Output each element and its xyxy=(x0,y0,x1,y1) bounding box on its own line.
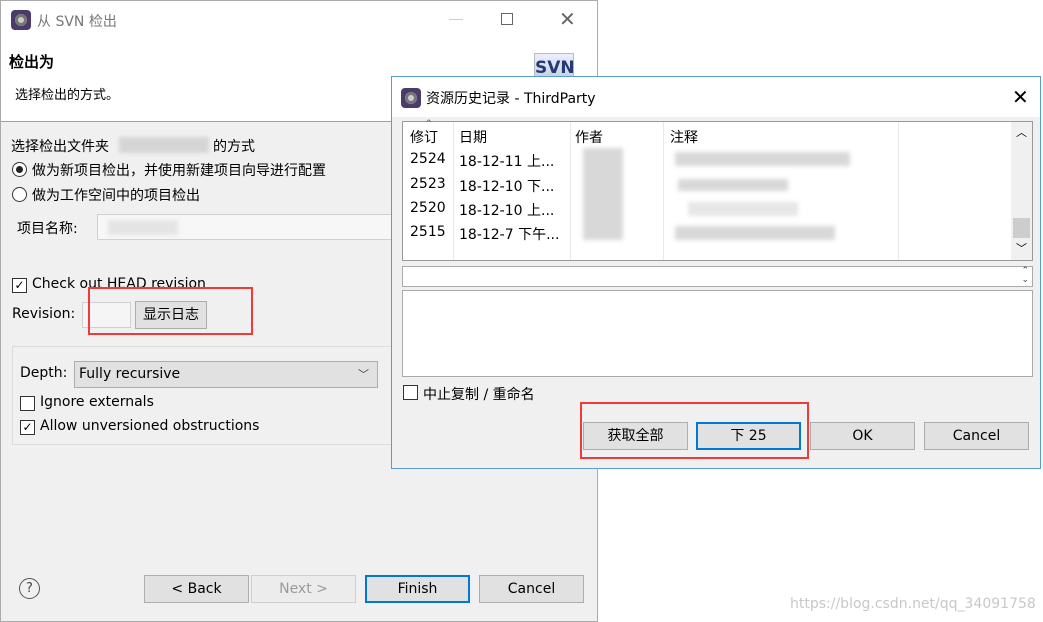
revision-cell: 2524 xyxy=(410,151,446,167)
cancel-button[interactable]: Cancel xyxy=(924,422,1029,450)
cancel-button[interactable]: Cancel xyxy=(479,575,584,603)
page-description: 选择检出的方式。 xyxy=(15,88,120,103)
date-cell: 18-12-11 上... xyxy=(459,154,555,170)
close-icon[interactable]: ✕ xyxy=(1012,85,1029,109)
minimize-icon[interactable] xyxy=(449,19,463,20)
scroll-down-icon[interactable]: ﹀ xyxy=(1016,240,1027,256)
eclipse-icon xyxy=(401,88,421,108)
revision-cell: 2523 xyxy=(410,176,446,192)
comment-redacted xyxy=(678,179,788,191)
depth-label: Depth: xyxy=(20,365,68,381)
folder-label-suffix: 的方式 xyxy=(213,139,255,155)
col-divider xyxy=(453,122,454,260)
depth-value: Fully recursive xyxy=(79,366,181,382)
col-divider xyxy=(663,122,664,260)
table-scrollbar[interactable]: ︿ ﹀ xyxy=(1011,122,1032,260)
next-button[interactable]: Next > xyxy=(251,575,356,603)
radio-new-project-label: 做为新项目检出，并使用新建项目向导进行配置 xyxy=(32,163,326,179)
back-button[interactable]: < Back xyxy=(144,575,249,603)
folder-label-prefix: 选择检出文件夹 xyxy=(11,139,109,155)
comment-redacted xyxy=(675,226,835,240)
eclipse-icon xyxy=(11,10,31,30)
project-name-redacted xyxy=(108,220,178,235)
finish-button[interactable]: Finish xyxy=(365,575,470,603)
history-table: ^ 修订 日期 作者 注释 2524 18-12-11 上... 2523 18… xyxy=(402,119,1033,261)
column-header-comment[interactable]: 注释 xyxy=(670,127,698,147)
window-title: 从 SVN 检出 xyxy=(37,14,117,30)
radio-new-project[interactable] xyxy=(12,162,27,177)
history-title-bar: 资源历史记录 - ThirdParty ✕ xyxy=(392,77,1040,117)
ignore-externals-label: Ignore externals xyxy=(40,394,154,410)
project-name-input[interactable] xyxy=(97,214,397,240)
highlight-box-buttons xyxy=(580,402,809,459)
date-cell: 18-12-7 下午... xyxy=(459,227,560,243)
column-header-author[interactable]: 作者 xyxy=(575,127,603,147)
date-cell: 18-12-10 上... xyxy=(459,203,555,219)
revision-detail-field[interactable]: ⌃ ⌄ xyxy=(402,266,1033,287)
scroll-up-icon[interactable]: ︿ xyxy=(1016,124,1027,140)
close-icon[interactable]: ✕ xyxy=(559,7,576,31)
col-divider xyxy=(898,122,899,260)
ignore-externals-checkbox[interactable] xyxy=(20,396,35,411)
comment-textarea[interactable] xyxy=(402,290,1033,377)
watermark: https://blog.csdn.net/qq_34091758 xyxy=(790,596,1036,612)
stop-copy-checkbox[interactable] xyxy=(403,385,418,400)
help-icon[interactable]: ? xyxy=(19,578,40,599)
column-header-revision[interactable]: 修订 xyxy=(410,127,438,147)
revision-cell: 2515 xyxy=(410,224,446,240)
ok-button[interactable]: OK xyxy=(810,422,915,450)
scroll-thumb[interactable] xyxy=(1013,218,1030,238)
revision-label: Revision: xyxy=(12,306,76,322)
radio-workspace[interactable] xyxy=(12,187,27,202)
maximize-icon[interactable] xyxy=(501,13,513,25)
chevron-down-icon: ﹀ xyxy=(358,368,369,381)
allow-unversioned-checkbox[interactable]: ✓ xyxy=(20,420,35,435)
revision-cell: 2520 xyxy=(410,200,446,216)
project-name-label: 项目名称: xyxy=(17,221,78,237)
radio-workspace-label: 做为工作空间中的项目检出 xyxy=(32,188,200,204)
spinner-icon[interactable]: ⌃ ⌄ xyxy=(1021,267,1029,285)
author-redacted xyxy=(583,148,623,240)
title-bar: 从 SVN 检出 ✕ xyxy=(1,1,597,39)
col-divider xyxy=(570,122,571,260)
date-cell: 18-12-10 下... xyxy=(459,179,555,195)
folder-name-redacted xyxy=(119,137,209,153)
stop-copy-label: 中止复制 / 重命名 xyxy=(423,387,535,403)
history-window-title: 资源历史记录 - ThirdParty xyxy=(426,91,596,107)
page-title: 检出为 xyxy=(9,53,55,71)
head-revision-checkbox[interactable]: ✓ xyxy=(12,278,27,293)
comment-redacted xyxy=(675,152,850,166)
allow-unversioned-label: Allow unversioned obstructions xyxy=(40,418,260,434)
comment-redacted xyxy=(688,202,798,216)
depth-select[interactable]: Fully recursive ﹀ xyxy=(74,361,378,388)
highlight-box-show-log xyxy=(88,287,253,335)
column-header-date[interactable]: 日期 xyxy=(459,127,487,147)
